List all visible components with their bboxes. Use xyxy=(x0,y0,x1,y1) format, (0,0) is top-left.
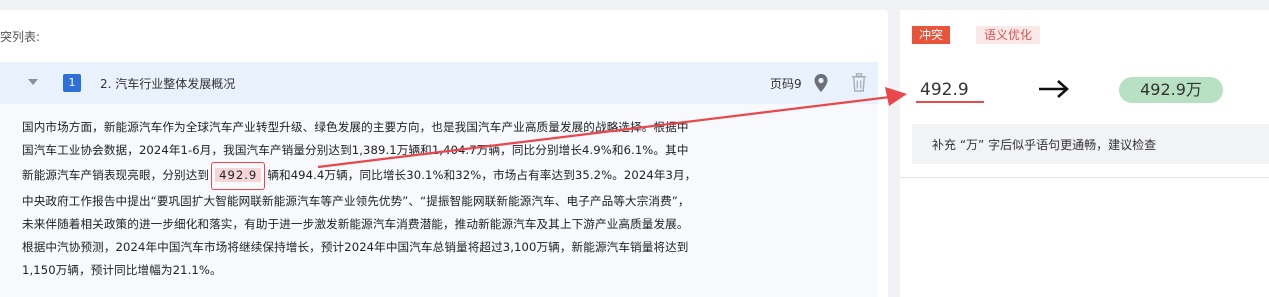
conflict-item-header[interactable]: 1 2. 汽车行业整体发展概况 页码9 xyxy=(0,62,878,104)
arrow-right-icon xyxy=(1039,80,1069,98)
paragraph-content: 国内市场方面，新能源汽车作为全球汽车产业转型升级、绿色发展的主要方向，也是我国汽… xyxy=(0,104,878,297)
suggestion-box: 补充 “万” 字后似乎语句更通畅，建议检查 xyxy=(912,124,1269,164)
conflict-list-title: 突列表: xyxy=(0,30,41,44)
map-pin-icon[interactable] xyxy=(813,73,829,93)
trash-icon[interactable] xyxy=(851,73,867,92)
page-number-label: 页码9 xyxy=(770,77,802,91)
paragraph-line: 中央政府工作报告中提出“要巩固扩大智能网联新能源汽车等产业领先优势”、“提振智能… xyxy=(22,193,690,208)
paragraph-line: 新能源汽车产销表现亮眼，分别达到 492.9 辆和494.4万辆，同比增长30.1%… xyxy=(22,162,696,190)
semantic-optimization-tag[interactable]: 语义优化 xyxy=(976,26,1041,44)
paragraph-line: 国汽车工业协会数据，2024年1-6月，我国汽车产销量分别达到1,389.1万辆… xyxy=(22,143,689,158)
chevron-down-icon[interactable] xyxy=(28,79,38,85)
conflict-tag[interactable]: 冲突 xyxy=(912,26,951,44)
highlighted-value: 492.9 xyxy=(215,168,262,183)
paragraph-text: 国内市场方面，新能源汽车作为全球汽车产业转型升级、绿色发展的主要方向，也是我国汽… xyxy=(22,116,838,282)
original-value-underline xyxy=(916,101,984,103)
original-value: 492.9 xyxy=(920,80,969,100)
paragraph-line: 未来伴随着相关政策的进一步细化和落实，有助于进一步激发新能源汽车消费潜能，推动新… xyxy=(22,216,689,231)
paragraph-line: 国内市场方面，新能源汽车作为全球汽车产业转型升级、绿色发展的主要方向，也是我国汽… xyxy=(22,120,689,134)
suggestion-panel: 冲突 语义优化 492.9 492.9万 补充 “万” 字后似乎语句更通畅，建议… xyxy=(900,10,1269,297)
item-number-badge: 1 xyxy=(63,74,81,92)
paragraph-line: 根据中汽协预测，2024年中国汽车市场将继续保持增长，预计2024年中国汽车总销… xyxy=(22,240,689,255)
divider xyxy=(900,177,1269,178)
section-title: 2. 汽车行业整体发展概况 xyxy=(100,77,236,91)
suggestion-text: 补充 “万” 字后似乎语句更通畅，建议检查 xyxy=(932,138,1157,152)
suggested-value[interactable]: 492.9万 xyxy=(1119,77,1223,103)
conflict-highlight[interactable]: 492.9 xyxy=(211,162,266,190)
conflict-list-panel: 突列表: 1 2. 汽车行业整体发展概况 页码9 国内市场方面，新能源汽车作为全… xyxy=(0,10,888,297)
paragraph-line: 1,150万辆，预计同比增幅为21.1%。 xyxy=(22,263,222,278)
